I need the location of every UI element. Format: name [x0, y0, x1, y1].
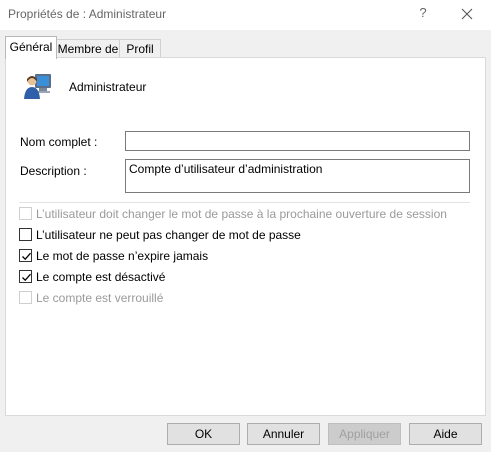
description-label: Description :	[20, 164, 87, 178]
checkbox-row-must-change: L’utilisateur doit changer le mot de pas…	[19, 207, 479, 223]
window-title: Propriétés de : Administrateur	[8, 7, 167, 21]
password-never-expires-checkbox[interactable]	[19, 249, 32, 262]
must-change-password-label: L’utilisateur doit changer le mot de pas…	[36, 207, 447, 221]
user-monitor-icon	[23, 71, 53, 101]
separator	[19, 202, 470, 203]
account-disabled-checkbox[interactable]	[19, 270, 32, 283]
general-panel: Administrateur Nom complet : Description…	[5, 57, 486, 416]
checkmark-icon	[22, 252, 31, 261]
cannot-change-password-label: L’utilisateur ne peut pas changer de mot…	[36, 228, 301, 242]
tab-strip: Membre de Profil Général	[5, 36, 486, 59]
close-icon	[461, 8, 473, 20]
checkbox-row-never-expires: Le mot de passe n’expire jamais	[19, 249, 269, 265]
ok-button[interactable]: OK	[167, 423, 240, 445]
tab-general[interactable]: Général	[5, 36, 57, 59]
account-disabled-label: Le compte est désactivé	[36, 270, 166, 284]
checkmark-icon	[22, 273, 31, 282]
close-button[interactable]	[452, 4, 482, 24]
description-field[interactable]: Compte d’utilisateur d’administration	[125, 159, 470, 193]
password-never-expires-label: Le mot de passe n’expire jamais	[36, 249, 209, 263]
checkbox-row-locked: Le compte est verrouillé	[19, 291, 269, 307]
title-bar: Propriétés de : Administrateur ?	[0, 0, 491, 30]
fullname-label: Nom complet :	[20, 135, 98, 149]
checkbox-row-disabled: Le compte est désactivé	[19, 270, 269, 286]
account-locked-checkbox[interactable]	[19, 291, 32, 304]
tab-profil[interactable]: Profil	[119, 39, 161, 59]
tab-membre-de[interactable]: Membre de	[56, 39, 120, 59]
help-button[interactable]: Aide	[409, 423, 482, 445]
apply-button[interactable]: Appliquer	[328, 423, 401, 445]
title-help-button[interactable]: ?	[414, 5, 432, 20]
user-name: Administrateur	[69, 80, 147, 94]
account-locked-label: Le compte est verrouillé	[36, 291, 164, 305]
checkbox-row-cannot-change: L’utilisateur ne peut pas changer de mot…	[19, 228, 319, 244]
cancel-button[interactable]: Annuler	[247, 423, 320, 445]
must-change-password-checkbox[interactable]	[19, 207, 32, 220]
cannot-change-password-checkbox[interactable]	[19, 228, 32, 241]
fullname-field[interactable]	[125, 131, 470, 151]
